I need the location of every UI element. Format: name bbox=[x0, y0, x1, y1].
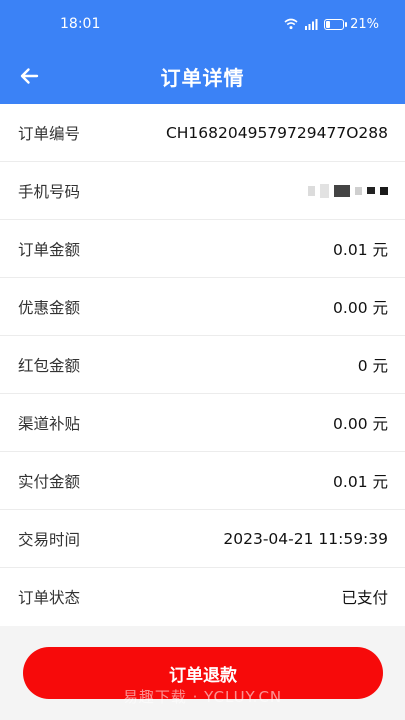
detail-row-channel-subsidy: 渠道补贴 0.00 元 bbox=[0, 394, 405, 452]
channel-subsidy-value: 0.00 元 bbox=[333, 414, 388, 433]
detail-row-order-number: 订单编号 CH1682049579729477O288 bbox=[0, 104, 405, 162]
status-icons: 21% bbox=[284, 14, 379, 34]
red-packet-value: 0 元 bbox=[357, 356, 388, 375]
status-time: 18:01 bbox=[60, 16, 101, 32]
app-bar: 订单详情 bbox=[0, 48, 405, 104]
order-number-label: 订单编号 bbox=[18, 124, 81, 143]
discount-label: 优惠金额 bbox=[18, 298, 81, 317]
detail-row-discount: 优惠金额 0.00 元 bbox=[0, 278, 405, 336]
order-detail-list: 订单编号 CH1682049579729477O288 手机号码 订单金额 0.… bbox=[0, 104, 405, 626]
paid-amount-value: 0.01 元 bbox=[333, 472, 388, 491]
detail-row-red-packet: 红包金额 0 元 bbox=[0, 336, 405, 394]
detail-row-trade-time: 交易时间 2023-04-21 11:59:39 bbox=[0, 510, 405, 568]
order-refund-button[interactable]: 订单退款 bbox=[23, 647, 383, 699]
detail-row-order-status: 订单状态 已支付 bbox=[0, 568, 405, 626]
order-status-value: 已支付 bbox=[341, 589, 388, 607]
channel-subsidy-label: 渠道补贴 bbox=[18, 414, 81, 433]
order-status-label: 订单状态 bbox=[18, 589, 81, 607]
battery-percent: 21% bbox=[350, 16, 379, 32]
detail-row-paid-amount: 实付金额 0.01 元 bbox=[0, 452, 405, 510]
trade-time-label: 交易时间 bbox=[18, 530, 81, 549]
phone-redacted-value bbox=[308, 183, 388, 198]
signal-icon bbox=[305, 19, 318, 30]
order-number-value: CH1682049579729477O288 bbox=[165, 123, 388, 142]
wifi-icon bbox=[284, 18, 298, 30]
discount-value: 0.00 元 bbox=[333, 298, 388, 317]
battery-icon bbox=[324, 18, 348, 30]
red-packet-label: 红包金额 bbox=[18, 356, 81, 375]
page-title: 订单详情 bbox=[160, 66, 245, 90]
status-bar: 18:01 21% bbox=[0, 0, 405, 48]
order-amount-value: 0.01 元 bbox=[333, 240, 388, 259]
phone-label: 手机号码 bbox=[18, 182, 81, 201]
order-amount-label: 订单金额 bbox=[18, 240, 81, 259]
trade-time-value: 2023-04-21 11:59:39 bbox=[223, 529, 388, 548]
paid-amount-label: 实付金额 bbox=[18, 472, 81, 491]
detail-row-phone: 手机号码 bbox=[0, 162, 405, 220]
detail-row-order-amount: 订单金额 0.01 元 bbox=[0, 220, 405, 278]
